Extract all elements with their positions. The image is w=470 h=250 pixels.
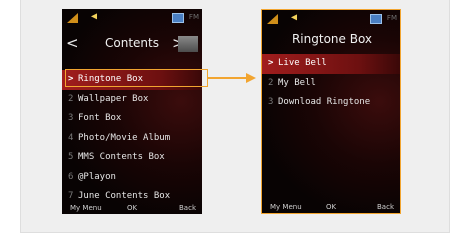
softkey-bar: My Menu OK Back [62, 202, 202, 214]
menu-item-mms-contents-box[interactable]: 5 MMS Contents Box [62, 148, 202, 168]
status-bar: ◀ FM [262, 10, 400, 28]
softkey-back[interactable]: Back [179, 202, 196, 214]
item-label: Photo/Movie Album [78, 132, 171, 143]
item-label: MMS Contents Box [78, 152, 165, 162]
menu-item-font-box[interactable]: 3 Font Box [62, 109, 202, 129]
item-number: > [268, 58, 274, 68]
item-number: 2 [268, 77, 274, 88]
item-label: June Contents Box [78, 191, 171, 201]
network-icon: FM [386, 14, 397, 22]
screen-title: Ringtone Box [291, 32, 373, 46]
menu-item-wallpaper-box[interactable]: 2 Wallpaper Box [62, 90, 202, 110]
item-number: 5 [68, 152, 74, 162]
item-number: 4 [68, 132, 74, 143]
contents-screen: ◀ FM < Contents > >Ringtone Box 2Wallpap… [62, 9, 202, 214]
ringtone-box-screen: ◀ FM Ringtone Box > Live Bell 2 My Bell 3D… [261, 9, 401, 214]
selection-callout-box [65, 69, 208, 87]
folder-icon [178, 36, 198, 52]
menu-item-photo-movie-album[interactable]: 4 Photo/Movie Album [62, 129, 202, 149]
item-number: 3 [268, 97, 274, 107]
connector-arrow-icon [246, 73, 256, 83]
contents-menu: > Ringtone Box 2 Wallpaper Box 3 Font Box 4… [62, 70, 202, 207]
battery-icon [172, 13, 184, 23]
signal-icon [267, 14, 278, 24]
speaker-icon: ◀ [91, 11, 98, 22]
item-label: Download Ringtone [278, 97, 371, 107]
item-number: 2 [68, 93, 74, 104]
softkey-bar: My Menu OK Back [262, 201, 400, 213]
signal-icon [67, 13, 78, 23]
connector-arrow-line [208, 77, 248, 79]
item-number: 6 [68, 171, 74, 182]
menu-item-download-ringtone[interactable]: 3 Download Ringtone [262, 93, 400, 113]
item-label: Live Bell [278, 58, 327, 68]
item-label: Font Box [78, 113, 122, 123]
item-label: My Bell [278, 77, 316, 88]
network-icon: FM [188, 13, 199, 21]
item-number: 3 [68, 113, 74, 123]
menu-item-playon[interactable]: 6 @Playon [62, 168, 202, 188]
ringtone-menu: > Live Bell 2 My Bell 3 Download Ringtone [262, 54, 400, 113]
item-label: Wallpaper Box [78, 93, 149, 104]
menu-item-live-bell[interactable]: > Live Bell [262, 54, 400, 74]
item-label: @Playon [78, 171, 116, 182]
speaker-icon: ◀ [291, 12, 298, 23]
status-bar: ◀ FM [62, 9, 202, 27]
softkey-back[interactable]: Back [377, 201, 394, 213]
menu-item-my-bell[interactable]: 2 My Bell [262, 74, 400, 94]
battery-icon [370, 14, 382, 24]
